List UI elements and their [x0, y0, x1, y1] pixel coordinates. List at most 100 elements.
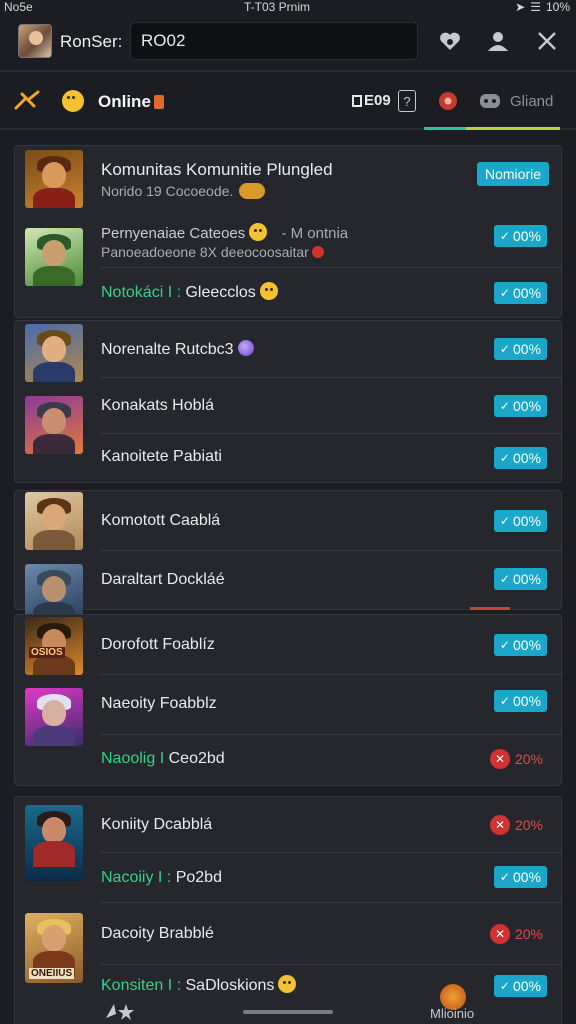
item-title: Notokáci I : Gleecclos — [101, 282, 278, 302]
carrier-label: No5e — [4, 0, 33, 14]
game-thumbnail: OSIOS — [25, 617, 83, 675]
list-item[interactable]: Norenalte Rutcbc3 ✓ 00% — [15, 321, 563, 382]
game-thumbnail — [25, 492, 83, 550]
list-item[interactable]: Komotott Caablá ✓ 00% — [15, 491, 563, 551]
thumbnail-tag: OSIOS — [29, 647, 65, 658]
item-subtitle: Norido 19 Cocoeode. — [101, 183, 266, 199]
status-badge: ✓ 00% — [493, 447, 547, 469]
heart-icon[interactable] — [437, 28, 463, 54]
item-title: Konakats Hoblá — [101, 397, 214, 414]
list-item[interactable]: Kanoitete Pabiati ✓ 00% — [15, 434, 563, 484]
close-icon[interactable] — [534, 28, 560, 54]
group-card: Koniity Dcabblá ✕ 20% Nacoiiy I : Po2bd ✓… — [14, 796, 563, 1024]
wifi-icon: ☰ — [530, 0, 541, 14]
item-title: Pernyenaiae Cateoes - M ontnia — [101, 223, 349, 242]
list-item[interactable]: OSIOS Dorofott Foablíz ✓ 00% — [15, 615, 563, 675]
status-badge: ✓ 00% — [493, 395, 547, 417]
item-title: Norenalte Rutcbc3 — [101, 340, 254, 359]
list-item[interactable]: Daraltart Dockláé ✓ 00% — [15, 551, 563, 622]
emoji-icon — [249, 223, 268, 241]
list-item[interactable]: Naoolig I Ceo2bd ✕ 20% — [15, 735, 563, 787]
item-title: Naoolig I Ceo2bd — [101, 750, 225, 767]
app-name: RonSer: — [60, 32, 123, 51]
item-title: Konsiten I : SaDloskions — [101, 975, 297, 995]
emoji-icon — [278, 975, 297, 993]
question-icon[interactable]: ? — [398, 90, 416, 112]
list-item[interactable]: Komunitas Komunitie Plungled Norido 19 C… — [15, 146, 563, 212]
item-title: Kanoitete Pabiati — [101, 448, 222, 465]
smile-icon — [62, 90, 84, 112]
status-badge: ✓ 00% — [493, 282, 547, 304]
location-icon: ➤ — [515, 0, 526, 14]
item-title: Dorofott Foablíz — [101, 636, 215, 653]
top-bar: RonSer: — [0, 18, 576, 68]
count-label: E09 — [364, 92, 391, 109]
tab-underline-highlight — [466, 127, 560, 130]
list-item[interactable]: Naeoity Foabblz ✓ 00% — [15, 675, 563, 746]
item-title: Nacoiiy I : Po2bd — [101, 869, 222, 886]
status-badge: Nomiorie — [476, 162, 549, 186]
battery-label: 10% — [545, 0, 570, 14]
emoji-icon — [259, 282, 278, 300]
status-badge: ✓ 00% — [493, 225, 547, 247]
status-badge: ✓ 00% — [493, 510, 547, 532]
tab-label: Gliand — [510, 92, 554, 110]
header-divider — [0, 70, 576, 72]
item-title: Komotott Caablá — [101, 512, 221, 529]
coin-icon — [239, 183, 266, 199]
bottom-right-label: Mlioinio — [430, 1006, 475, 1021]
count-filter[interactable]: E09 — [352, 92, 391, 109]
status-badge: ✕ 20% — [489, 814, 543, 836]
status-badge: ✓ 00% — [493, 568, 547, 590]
status-badge: ✕ 20% — [489, 923, 543, 945]
status-badge: ✓ 00% — [493, 975, 547, 997]
bottom-bar: Mlioinio — [0, 984, 576, 1024]
alert-icon — [311, 246, 324, 258]
filter-bar: Online E09 ? Gliand — [0, 80, 576, 128]
sparkle-icon[interactable] — [14, 90, 40, 112]
list-item[interactable]: Nacoiiy I : Po2bd ✓ 00% — [15, 853, 563, 903]
status-badge: ✓ 00% — [493, 338, 547, 360]
list-item[interactable]: Pernyenaiae Cateoes - M ontnia Panoeadoe… — [15, 212, 563, 286]
online-label: Online — [98, 92, 151, 111]
list-item[interactable]: Koniity Dcabblá ✕ 20% — [15, 797, 563, 881]
orb-icon — [237, 340, 254, 356]
item-subtitle: Panoeadoeone 8X deeocoosaitar — [101, 244, 324, 260]
emoji-icon[interactable] — [62, 90, 84, 112]
game-thumbnail — [25, 324, 83, 382]
item-title: Koniity Dcabblá — [101, 816, 213, 833]
list-item[interactable]: Konakats Hoblá ✓ 00% — [15, 378, 563, 454]
x-icon: ✕ — [489, 815, 510, 835]
status-bar: No5e T-T03 Prnim ➤ ☰ 10% — [0, 0, 576, 16]
group-card: Komotott Caablá ✓ 00% Daraltart Dockláé ✓… — [14, 490, 563, 622]
home-indicator[interactable] — [243, 1010, 333, 1014]
tab-underline-active — [424, 127, 466, 130]
app-avatar[interactable] — [18, 24, 52, 58]
group-card: OSIOS Dorofott Foablíz ✓ 00% Naeoity Foab… — [14, 614, 563, 787]
search-input[interactable] — [130, 22, 418, 60]
status-badge: ✕ 20% — [489, 748, 543, 770]
tab-gliand[interactable]: Gliand — [478, 91, 553, 111]
progress-marker — [470, 607, 510, 610]
item-title: Daraltart Dockláé — [101, 571, 225, 588]
game-thumbnail — [25, 150, 83, 208]
list-item[interactable]: ONEIIUS Dacoity Brabblé ✕ 20% — [15, 903, 563, 983]
group-card: Norenalte Rutcbc3 ✓ 00% Konakats Hoblá ✓ 0… — [14, 320, 563, 484]
controller-icon — [480, 94, 500, 108]
profile-icon[interactable] — [485, 28, 511, 54]
x-icon: ✕ — [489, 924, 510, 944]
x-icon: ✕ — [489, 749, 510, 769]
item-title: Dacoity Brabblé — [101, 925, 214, 942]
share-icon[interactable] — [104, 1000, 144, 1024]
status-badge: ✓ 00% — [493, 866, 547, 888]
list-item[interactable]: Notokáci I : Gleecclos ✓ 00% — [15, 268, 563, 318]
record-icon[interactable] — [436, 90, 460, 112]
group-card: Komunitas Komunitie Plungled Norido 19 C… — [14, 145, 563, 318]
status-badge: ✓ 00% — [493, 690, 547, 712]
item-title: Komunitas Komunitie Plungled — [101, 160, 333, 179]
status-icons: ➤ ☰ 10% — [515, 0, 570, 14]
item-title: Naeoity Foabblz — [101, 695, 217, 712]
online-filter[interactable]: Online — [98, 92, 164, 112]
flame-icon — [153, 95, 164, 109]
clock: T-T03 Prnim — [244, 0, 311, 14]
